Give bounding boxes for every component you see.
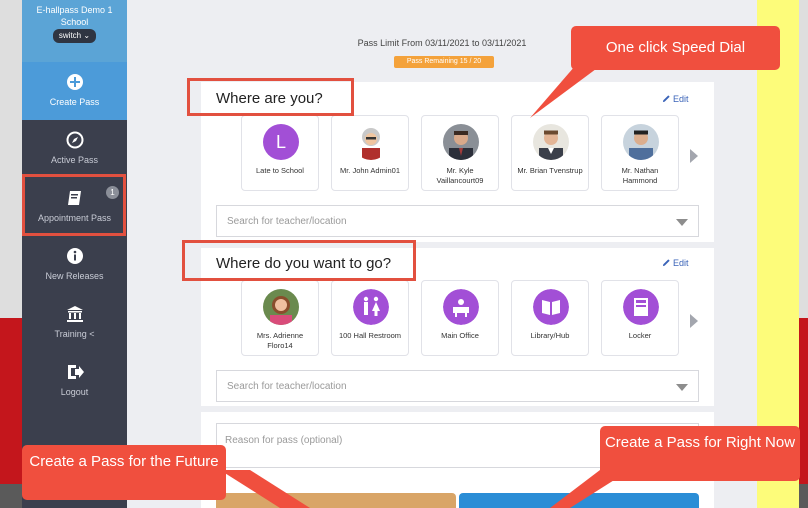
plus-circle-icon: [66, 74, 83, 90]
chevron-down-icon: ⌄: [83, 31, 91, 40]
pencil-icon: [662, 95, 670, 103]
speed-dial-tile-john-admin01[interactable]: Mr. John Admin01: [331, 115, 409, 191]
tile-label: Mrs. Adrienne Floro14: [256, 331, 304, 350]
from-edit-link[interactable]: Edit: [662, 94, 689, 104]
speed-dial-tile-100-hall-restroom[interactable]: 100 Hall Restroom: [331, 280, 409, 356]
sidebar-item-training[interactable]: Training <: [22, 294, 127, 352]
letter-avatar: L: [263, 124, 299, 160]
office-icon: [443, 289, 479, 325]
logout-icon: [67, 365, 84, 379]
speed-dial-callout-pointer: [530, 66, 600, 118]
chevron-down-icon: [676, 384, 688, 391]
tile-label: Mr. Kyle Vaillancourt09: [436, 166, 484, 185]
speed-dial-tile-library-hub[interactable]: Library/Hub: [511, 280, 589, 356]
sidebar: E-hallpass Demo 1 School switch ⌄ Create…: [22, 0, 127, 508]
bank-icon: [66, 306, 83, 322]
sidebar-item-active-pass[interactable]: Active Pass: [22, 120, 127, 178]
appointment-pass-highlight-box: [22, 174, 126, 236]
restroom-icon: [353, 289, 389, 325]
person-photo-icon: [623, 124, 659, 160]
tile-label: Mr. Nathan Hammond: [621, 166, 659, 185]
tile-label: Library/Hub: [530, 331, 570, 340]
tile-label: Locker: [628, 331, 652, 340]
sidebar-item-new-releases[interactable]: New Releases: [22, 236, 127, 294]
speed-dial-callout: One click Speed Dial: [571, 26, 780, 70]
speed-dial-tile-adrienne-floro14[interactable]: Mrs. Adrienne Floro14: [241, 280, 319, 356]
speed-dial-tile-main-office[interactable]: Main Office: [421, 280, 499, 356]
sidebar-item-label: Logout: [60, 387, 89, 397]
carousel-next-arrow[interactable]: [690, 314, 698, 328]
locker-icon: [623, 289, 659, 325]
switch-school-button[interactable]: switch ⌄: [52, 29, 97, 43]
tile-label: Mr. Brian Tvenstrup: [517, 166, 583, 175]
speed-dial-tile-nathan-hammond[interactable]: Mr. Nathan Hammond: [601, 115, 679, 191]
sidebar-item-label: New Releases: [45, 271, 104, 281]
tile-label: 100 Hall Restroom: [338, 331, 402, 340]
speed-dial-tile-locker[interactable]: Locker: [601, 280, 679, 356]
sidebar-item-create-pass[interactable]: Create Pass: [22, 62, 127, 120]
where-are-you-highlight-box: [187, 78, 354, 116]
speed-dial-tile-late-to-school[interactable]: L Late to School: [241, 115, 319, 191]
book-open-icon: [533, 289, 569, 325]
chevron-down-icon: [676, 219, 688, 226]
person-photo-icon: [263, 289, 299, 325]
carousel-next-arrow[interactable]: [690, 149, 698, 163]
tile-label: Mr. John Admin01: [339, 166, 401, 175]
compass-icon: [66, 131, 83, 149]
future-callout: Create a Pass for the Future: [22, 445, 226, 500]
pencil-icon: [662, 259, 670, 267]
sidebar-school-header: E-hallpass Demo 1 School switch ⌄: [22, 0, 127, 62]
sidebar-item-label: Active Pass: [50, 155, 99, 165]
speed-dial-tile-kyle-vaillancourt09[interactable]: Mr. Kyle Vaillancourt09: [421, 115, 499, 191]
info-icon: [66, 248, 83, 264]
person-photo-icon: [443, 124, 479, 160]
tile-label: Main Office: [441, 331, 479, 340]
passes-remaining-badge: Pass Remaining 15 / 20: [394, 56, 494, 68]
where-to-go-highlight-box: [182, 240, 416, 281]
right-now-callout: Create a Pass for Right Now: [600, 426, 800, 481]
sidebar-item-label: Training <: [54, 329, 95, 339]
destination-edit-link[interactable]: Edit: [662, 258, 689, 268]
sidebar-item-label: Create Pass: [49, 97, 100, 107]
from-search-select[interactable]: Search for teacher/location: [216, 205, 699, 237]
school-label: School: [60, 17, 89, 27]
sidebar-item-logout[interactable]: Logout: [22, 352, 127, 410]
cartoon-avatar-icon: [353, 124, 389, 160]
person-photo-icon: [533, 124, 569, 160]
speed-dial-tile-brian-tvenstrup[interactable]: Mr. Brian Tvenstrup: [511, 115, 589, 191]
future-callout-pointer: [220, 470, 310, 508]
school-name: E-hallpass Demo 1: [36, 5, 113, 15]
tile-label: Late to School: [256, 166, 304, 175]
destination-search-select[interactable]: Search for teacher/location: [216, 370, 699, 402]
